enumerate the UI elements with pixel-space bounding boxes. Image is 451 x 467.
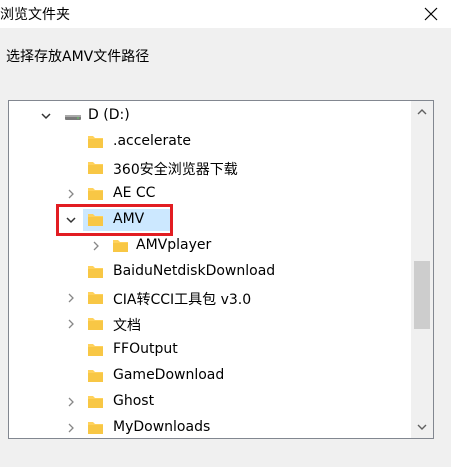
tree-item-label: 360安全浏览器下载: [113, 162, 238, 178]
tree-item-label: AMVplayer: [136, 237, 212, 253]
dialog-description: 选择存放AMV文件路径: [6, 49, 150, 65]
chevron-right-icon[interactable]: [64, 291, 78, 305]
folder-icon: [87, 393, 104, 410]
chevron-up-icon: [417, 109, 427, 115]
folder-icon: [87, 133, 104, 150]
tree-item-mydownloads[interactable]: MyDownloads: [9, 415, 411, 438]
chevron-down-icon: [417, 424, 427, 430]
tree-item-label: FFOutput: [113, 341, 178, 357]
tree-item-label: GameDownload: [113, 367, 225, 383]
tree-item-label: AMV: [113, 211, 145, 227]
chevron-right-icon[interactable]: [89, 239, 103, 253]
chevron-right-icon[interactable]: [64, 421, 78, 435]
chevron-down-icon[interactable]: [39, 109, 53, 123]
tree-item-label: AE CC: [113, 185, 156, 201]
folder-icon: [87, 211, 104, 228]
folder-icon: [112, 237, 129, 254]
folder-icon: [87, 289, 104, 306]
chevron-right-icon[interactable]: [64, 187, 78, 201]
tree-item-label: 文档: [113, 318, 141, 334]
tree-item-ghost[interactable]: Ghost: [9, 389, 411, 415]
tree-item-label: Ghost: [113, 393, 155, 409]
folder-icon: [87, 185, 104, 202]
tree-item-label: CIA转CCI工具包 v3.0: [113, 292, 252, 308]
tree-item-label: MyDownloads: [113, 419, 211, 435]
tree-item-label: BaiduNetdiskDownload: [113, 263, 276, 279]
tree-item-cia-tools[interactable]: CIA转CCI工具包 v3.0: [9, 285, 411, 311]
tree-item-360-downloads[interactable]: 360安全浏览器下载: [9, 155, 411, 181]
tree-item-accelerate[interactable]: .accelerate: [9, 129, 411, 155]
tree-item-documents[interactable]: 文档: [9, 311, 411, 337]
tree-item-ae-cc[interactable]: AE CC: [9, 181, 411, 207]
folder-icon: [87, 315, 104, 332]
drive-icon: [64, 109, 82, 123]
tree-item-gamedownload[interactable]: GameDownload: [9, 363, 411, 389]
tree-item-label: D (D:): [88, 107, 130, 123]
close-button[interactable]: [411, 0, 451, 28]
scroll-down-button[interactable]: [411, 416, 433, 438]
tree-item-baidunetdisk[interactable]: BaiduNetdiskDownload: [9, 259, 411, 285]
tree-item-label: .accelerate: [113, 133, 191, 149]
chevron-down-icon[interactable]: [64, 213, 78, 227]
window-title: 浏览文件夹: [0, 7, 70, 23]
tree-item-ffoutput[interactable]: FFOutput: [9, 337, 411, 363]
folder-icon: [87, 159, 104, 176]
scrollbar-thumb[interactable]: [414, 261, 430, 329]
folder-icon: [87, 367, 104, 384]
folder-icon: [87, 341, 104, 358]
chevron-right-icon[interactable]: [64, 395, 78, 409]
vertical-scrollbar[interactable]: [411, 101, 433, 438]
chevron-right-icon[interactable]: [64, 317, 78, 331]
close-icon: [424, 7, 438, 21]
folder-icon: [87, 419, 104, 436]
title-bar: 浏览文件夹: [0, 0, 451, 28]
folder-tree[interactable]: D (D:) .accelerate 360安全浏览器下载 AE CC AMV …: [8, 100, 434, 439]
folder-icon: [87, 263, 104, 280]
tree-item-drive-d[interactable]: D (D:): [9, 103, 411, 129]
scroll-up-button[interactable]: [411, 101, 433, 123]
tree-item-amv[interactable]: AMV: [9, 207, 411, 233]
tree-item-amvplayer[interactable]: AMVplayer: [9, 233, 411, 259]
